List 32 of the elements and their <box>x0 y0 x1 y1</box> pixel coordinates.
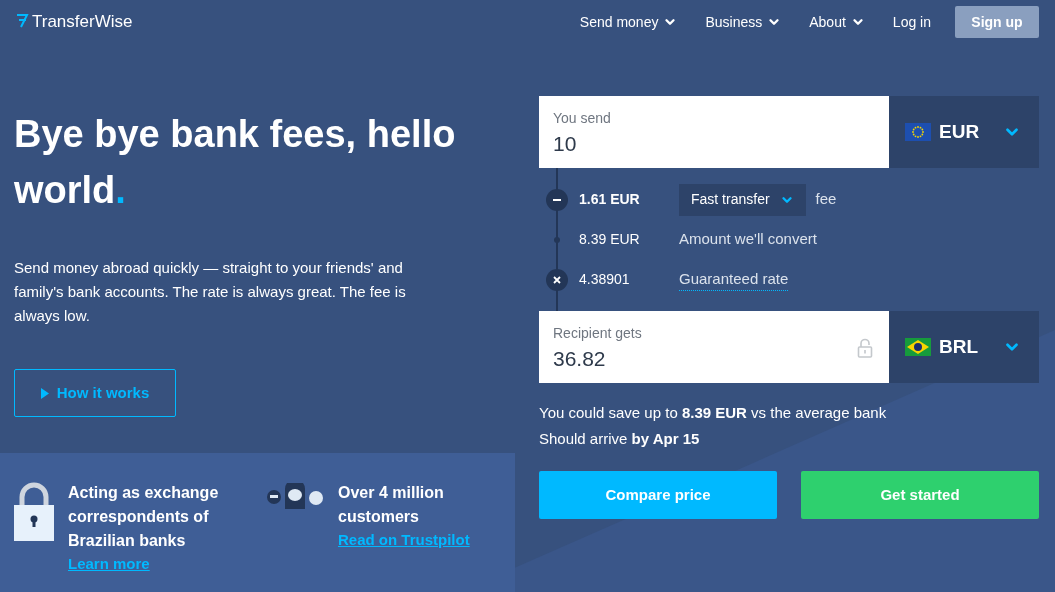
hero-title: Bye bye bank fees, hello world. <box>14 112 457 213</box>
amount-field[interactable]: You send 10 <box>539 96 889 168</box>
breakdown-amount: 1.61 EUR <box>578 190 641 209</box>
amount-value: 10 <box>553 131 578 157</box>
nav-link[interactable]: Business <box>705 11 782 33</box>
how-it-works-button[interactable]: How it works <box>14 369 176 417</box>
currency-select[interactable]: EUR <box>889 96 1039 168</box>
padlock-icon <box>14 481 54 541</box>
field-label: Recipient gets <box>553 324 642 343</box>
flag-icon <box>905 123 931 141</box>
amount-field[interactable]: Recipient gets 36.82 <box>539 311 889 383</box>
feature-title: Over 4 million customers <box>338 483 445 527</box>
guaranteed-rate-link[interactable]: Guaranteed rate <box>679 267 789 292</box>
hero-text: Send money abroad quickly — straight to your friends' and family's bank accounts. The rate is always great. The fee is always low. <box>14 258 407 326</box>
transfer-type-select[interactable]: Fast transfer <box>679 183 806 216</box>
currency-select[interactable]: BRL <box>889 311 1039 383</box>
feature-title: Acting as exchange correspondents of Brazilian banks <box>68 483 220 551</box>
breakdown-label: Amount we'll convert <box>679 229 817 250</box>
info-text: You could save up to 8.39 EUR vs the average bank <box>539 403 888 423</box>
fee-label: fee <box>815 189 837 210</box>
nav-link[interactable]: About <box>809 11 865 33</box>
nav-link[interactable]: Log in <box>892 11 931 33</box>
breakdown-amount: 4.38901 <box>578 270 631 289</box>
play-icon <box>40 387 49 399</box>
field-label: You send <box>553 109 611 128</box>
amount-value: 36.82 <box>553 346 607 372</box>
info-text: Should arrive by Apr 15 <box>539 429 701 449</box>
logo-text[interactable]: TransferWise <box>32 9 133 35</box>
flag-icon <box>905 338 931 356</box>
breakdown-amount: 8.39 EUR <box>578 230 641 249</box>
people-icon <box>266 483 324 509</box>
nav-link[interactable]: Send money <box>579 11 678 33</box>
